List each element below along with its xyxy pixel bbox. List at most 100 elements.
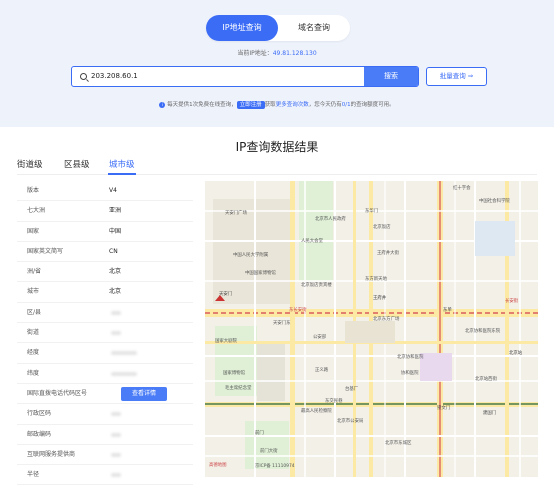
map-label: 协和医院: [401, 371, 419, 376]
tab-district-level[interactable]: 区县级: [64, 158, 90, 170]
map-label: 北京协和医院东院: [465, 329, 501, 334]
blurred-value: [111, 371, 137, 376]
map-label: 东交民巷: [325, 399, 343, 404]
map-label: 北京站西街: [475, 377, 497, 382]
info-row-continent: 七大洲 亚洲: [17, 201, 193, 222]
map-label: 最高人民检察院: [301, 409, 332, 414]
info-row-admin-code: 行政区码: [17, 404, 193, 425]
more-queries-link[interactable]: 更多查询次数: [276, 102, 309, 108]
info-row-city: 城市 北京: [17, 282, 193, 303]
row-label: 国家英文简写: [27, 247, 64, 255]
info-row-longitude: 经度: [17, 343, 193, 364]
map-label: 前门: [255, 431, 264, 436]
map-label: 王府井: [373, 296, 387, 301]
notice-text-2: 获取: [264, 102, 276, 108]
current-ip-label: 当前IP地址：: [237, 50, 273, 57]
map-label: 中国社会科学院: [479, 199, 510, 204]
map-label: 国家博物馆: [223, 371, 245, 376]
row-label: 经度: [27, 349, 40, 357]
map-label: 公安部: [313, 335, 327, 340]
map-label: 人民大会堂: [301, 239, 323, 244]
quota-count: 0/1: [341, 102, 351, 108]
map-label: 北京站: [509, 351, 523, 356]
row-label: 版本: [27, 187, 40, 194]
map-label: 东方新天地: [365, 277, 387, 282]
view-details-button[interactable]: 查看详情: [121, 386, 167, 401]
row-value: CN: [109, 247, 118, 255]
tab-street-level[interactable]: 街道级: [17, 158, 43, 170]
map-label: 崇文门: [437, 406, 451, 411]
map-label: 长安街: [505, 299, 519, 304]
map-label: 天安门广场: [225, 211, 247, 216]
row-label: 洲/省: [27, 268, 42, 276]
row-label: 城市: [27, 288, 40, 296]
row-label: 纬度: [27, 369, 40, 377]
tab-city-level[interactable]: 城市级: [109, 158, 135, 170]
blurred-value: [111, 432, 121, 437]
row-label: 国家: [27, 227, 40, 235]
map-label: 天安门: [219, 292, 233, 297]
map-label: 北京饭店: [373, 225, 391, 230]
info-row-version: 版本 V4: [17, 181, 193, 202]
map-label: 红十字会: [453, 186, 471, 191]
row-value: 亚洲: [109, 207, 122, 215]
map-footer: 京ICP备 11110974: [255, 464, 295, 469]
current-ip-value[interactable]: 49.81.128.130: [273, 50, 317, 57]
register-button[interactable]: 立即注册: [236, 101, 265, 109]
info-row-radius: 半径: [17, 465, 193, 485]
info-row-street: 街道: [17, 323, 193, 344]
query-type-toggle: IP地址查询 域名查询: [206, 15, 350, 41]
map-label: 正义路: [315, 368, 329, 373]
tab-domain-query[interactable]: 域名查询: [278, 15, 350, 41]
info-row-country: 国家 中国: [17, 222, 193, 242]
map-label: 国家大剧院: [215, 339, 237, 344]
map-label: 前门大街: [260, 449, 278, 454]
row-label: 半径: [27, 471, 40, 479]
info-row-latitude: 纬度: [17, 364, 193, 384]
map-label: 东长安街: [289, 308, 307, 313]
map-label: 王府井大街: [377, 251, 399, 256]
blurred-value: [111, 412, 121, 417]
map-logo: 高德地图: [209, 463, 227, 468]
map-label: 天安门东: [273, 321, 291, 326]
location-map[interactable]: 天安门广场 天安门 天安门东 正义路 王府井 东单 北京站 前门 中国人民大学附…: [205, 181, 538, 477]
map-label: 北京东方广场: [373, 317, 400, 322]
row-label: 邮政编码: [27, 430, 52, 438]
map-label: 毛主席纪念堂: [225, 386, 252, 391]
row-value: 北京: [109, 268, 122, 276]
row-value: 中国: [109, 227, 122, 235]
map-label: 东单: [443, 308, 452, 313]
blurred-value: [111, 310, 121, 315]
notice-text-4: 的查询额度可用。: [350, 102, 395, 108]
notice-text-1: 每天提供1次免费在线查询，: [167, 102, 237, 108]
map-label: 北京市人民政府: [315, 217, 346, 222]
blurred-value: [111, 473, 121, 478]
notice-text-3: ，您今天仍有: [308, 102, 342, 108]
map-label: 台基厂: [345, 387, 359, 392]
search-button[interactable]: 搜索: [364, 67, 418, 86]
map-label: 北京市东城区: [385, 441, 412, 446]
map-label: 建国门: [483, 411, 497, 416]
batch-query-button[interactable]: 批量查询 ⇒: [426, 67, 487, 86]
row-label: 互联网服务提供商: [27, 450, 76, 458]
blurred-value: [111, 351, 137, 356]
map-label: 中国国家博物馆: [245, 271, 276, 276]
row-label: 七大洲: [27, 207, 46, 215]
blurred-value: [111, 452, 121, 457]
map-label: 北京协和医院: [397, 355, 424, 360]
row-label: 国际直拨电话代码区号: [27, 389, 88, 397]
search-input[interactable]: 203.208.60.1: [91, 67, 138, 86]
tab-ip-query[interactable]: IP地址查询: [206, 15, 278, 41]
info-row-district: 区/县: [17, 303, 193, 324]
active-tab-underline: [108, 173, 136, 175]
map-label: 北京饭店贵宾楼: [301, 283, 332, 288]
row-label: 区/县: [27, 308, 42, 316]
current-ip: 当前IP地址：49.81.128.130: [0, 48, 554, 57]
row-value: V4: [109, 187, 117, 194]
blurred-value: [111, 331, 121, 336]
search-icon: [80, 73, 87, 80]
tab-divider: [17, 174, 537, 175]
search-box: 203.208.60.1 搜索: [71, 66, 419, 87]
map-label: 北京市公安局: [337, 419, 364, 424]
quota-notice: i 每天提供1次免费在线查询， 立即注册 获取更多查询次数，您今天仍有0/1的查询额…: [0, 100, 554, 109]
